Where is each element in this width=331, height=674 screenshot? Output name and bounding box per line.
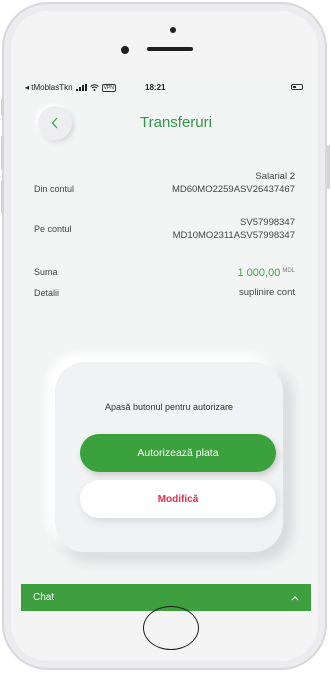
earpiece-speaker (147, 47, 193, 51)
to-account-label: Pe contul (34, 224, 72, 234)
signal-icon (75, 84, 87, 91)
from-account-name: Salarial 2 (255, 171, 295, 182)
battery-icon (291, 84, 303, 90)
wifi-icon (89, 84, 99, 91)
details-label: Detalii (34, 288, 60, 298)
amount-value-group: 1 000,00 MDL (238, 265, 296, 280)
amount-currency: MDL (282, 268, 295, 274)
to-account-value: SV57998347 MD10MO2311ASV57998347 (173, 216, 295, 242)
camera-lens (121, 46, 129, 54)
phone-volume-up (1, 136, 4, 170)
amount-value: 1 000,00 (237, 267, 281, 280)
to-account-number: SV57998347 (240, 217, 295, 228)
chat-label: Chat (33, 592, 55, 603)
front-camera (170, 27, 176, 33)
page-title: Transferuri (140, 114, 212, 131)
vpn-badge: VPN (101, 83, 116, 92)
status-time: 18:21 (145, 83, 166, 92)
authorization-panel: Apasă butonul pentru autorizare Autorize… (55, 362, 283, 552)
amount-label: Suma (34, 267, 58, 277)
authorize-payment-button[interactable]: Autorizează plata (80, 434, 276, 472)
details-value: suplinire cont (239, 287, 295, 298)
from-account-iban: MD60MO2259ASV26437467 (171, 184, 295, 195)
chevron-left-icon (51, 117, 58, 129)
home-button[interactable] (143, 606, 199, 650)
back-button[interactable] (38, 106, 72, 140)
carrier-group: ◂ tMoblasTkn VPN (25, 83, 116, 92)
carrier-name: ◂ tMoblasTkn (25, 83, 73, 92)
status-bar: ◂ tMoblasTkn VPN 18:21 (21, 76, 311, 100)
from-account-value: Salarial 2 MD60MO2259ASV26437467 (172, 170, 295, 196)
to-account-iban: MD10MO2311ASV57998347 (172, 230, 295, 241)
from-account-label: Din contul (34, 184, 75, 194)
authorization-hint: Apasă butonul pentru autorizare (104, 402, 234, 412)
chevron-up-icon (291, 595, 299, 600)
phone-side-button (1, 98, 4, 116)
phone-volume-down (1, 180, 4, 214)
phone-power-button (327, 145, 330, 189)
modify-button[interactable]: Modifică (80, 480, 276, 518)
